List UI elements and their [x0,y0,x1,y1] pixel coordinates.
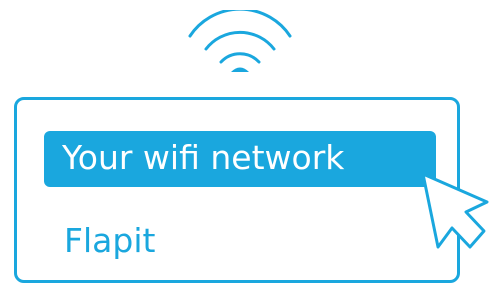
network-option-flapit[interactable]: Flapit [64,224,155,257]
network-option-your-wifi-network[interactable]: Your wifi network [44,131,436,187]
pointer-cursor-icon [421,172,489,249]
wifi-icon [188,10,292,72]
network-select-panel: Your wifi network Flapit [14,97,460,283]
